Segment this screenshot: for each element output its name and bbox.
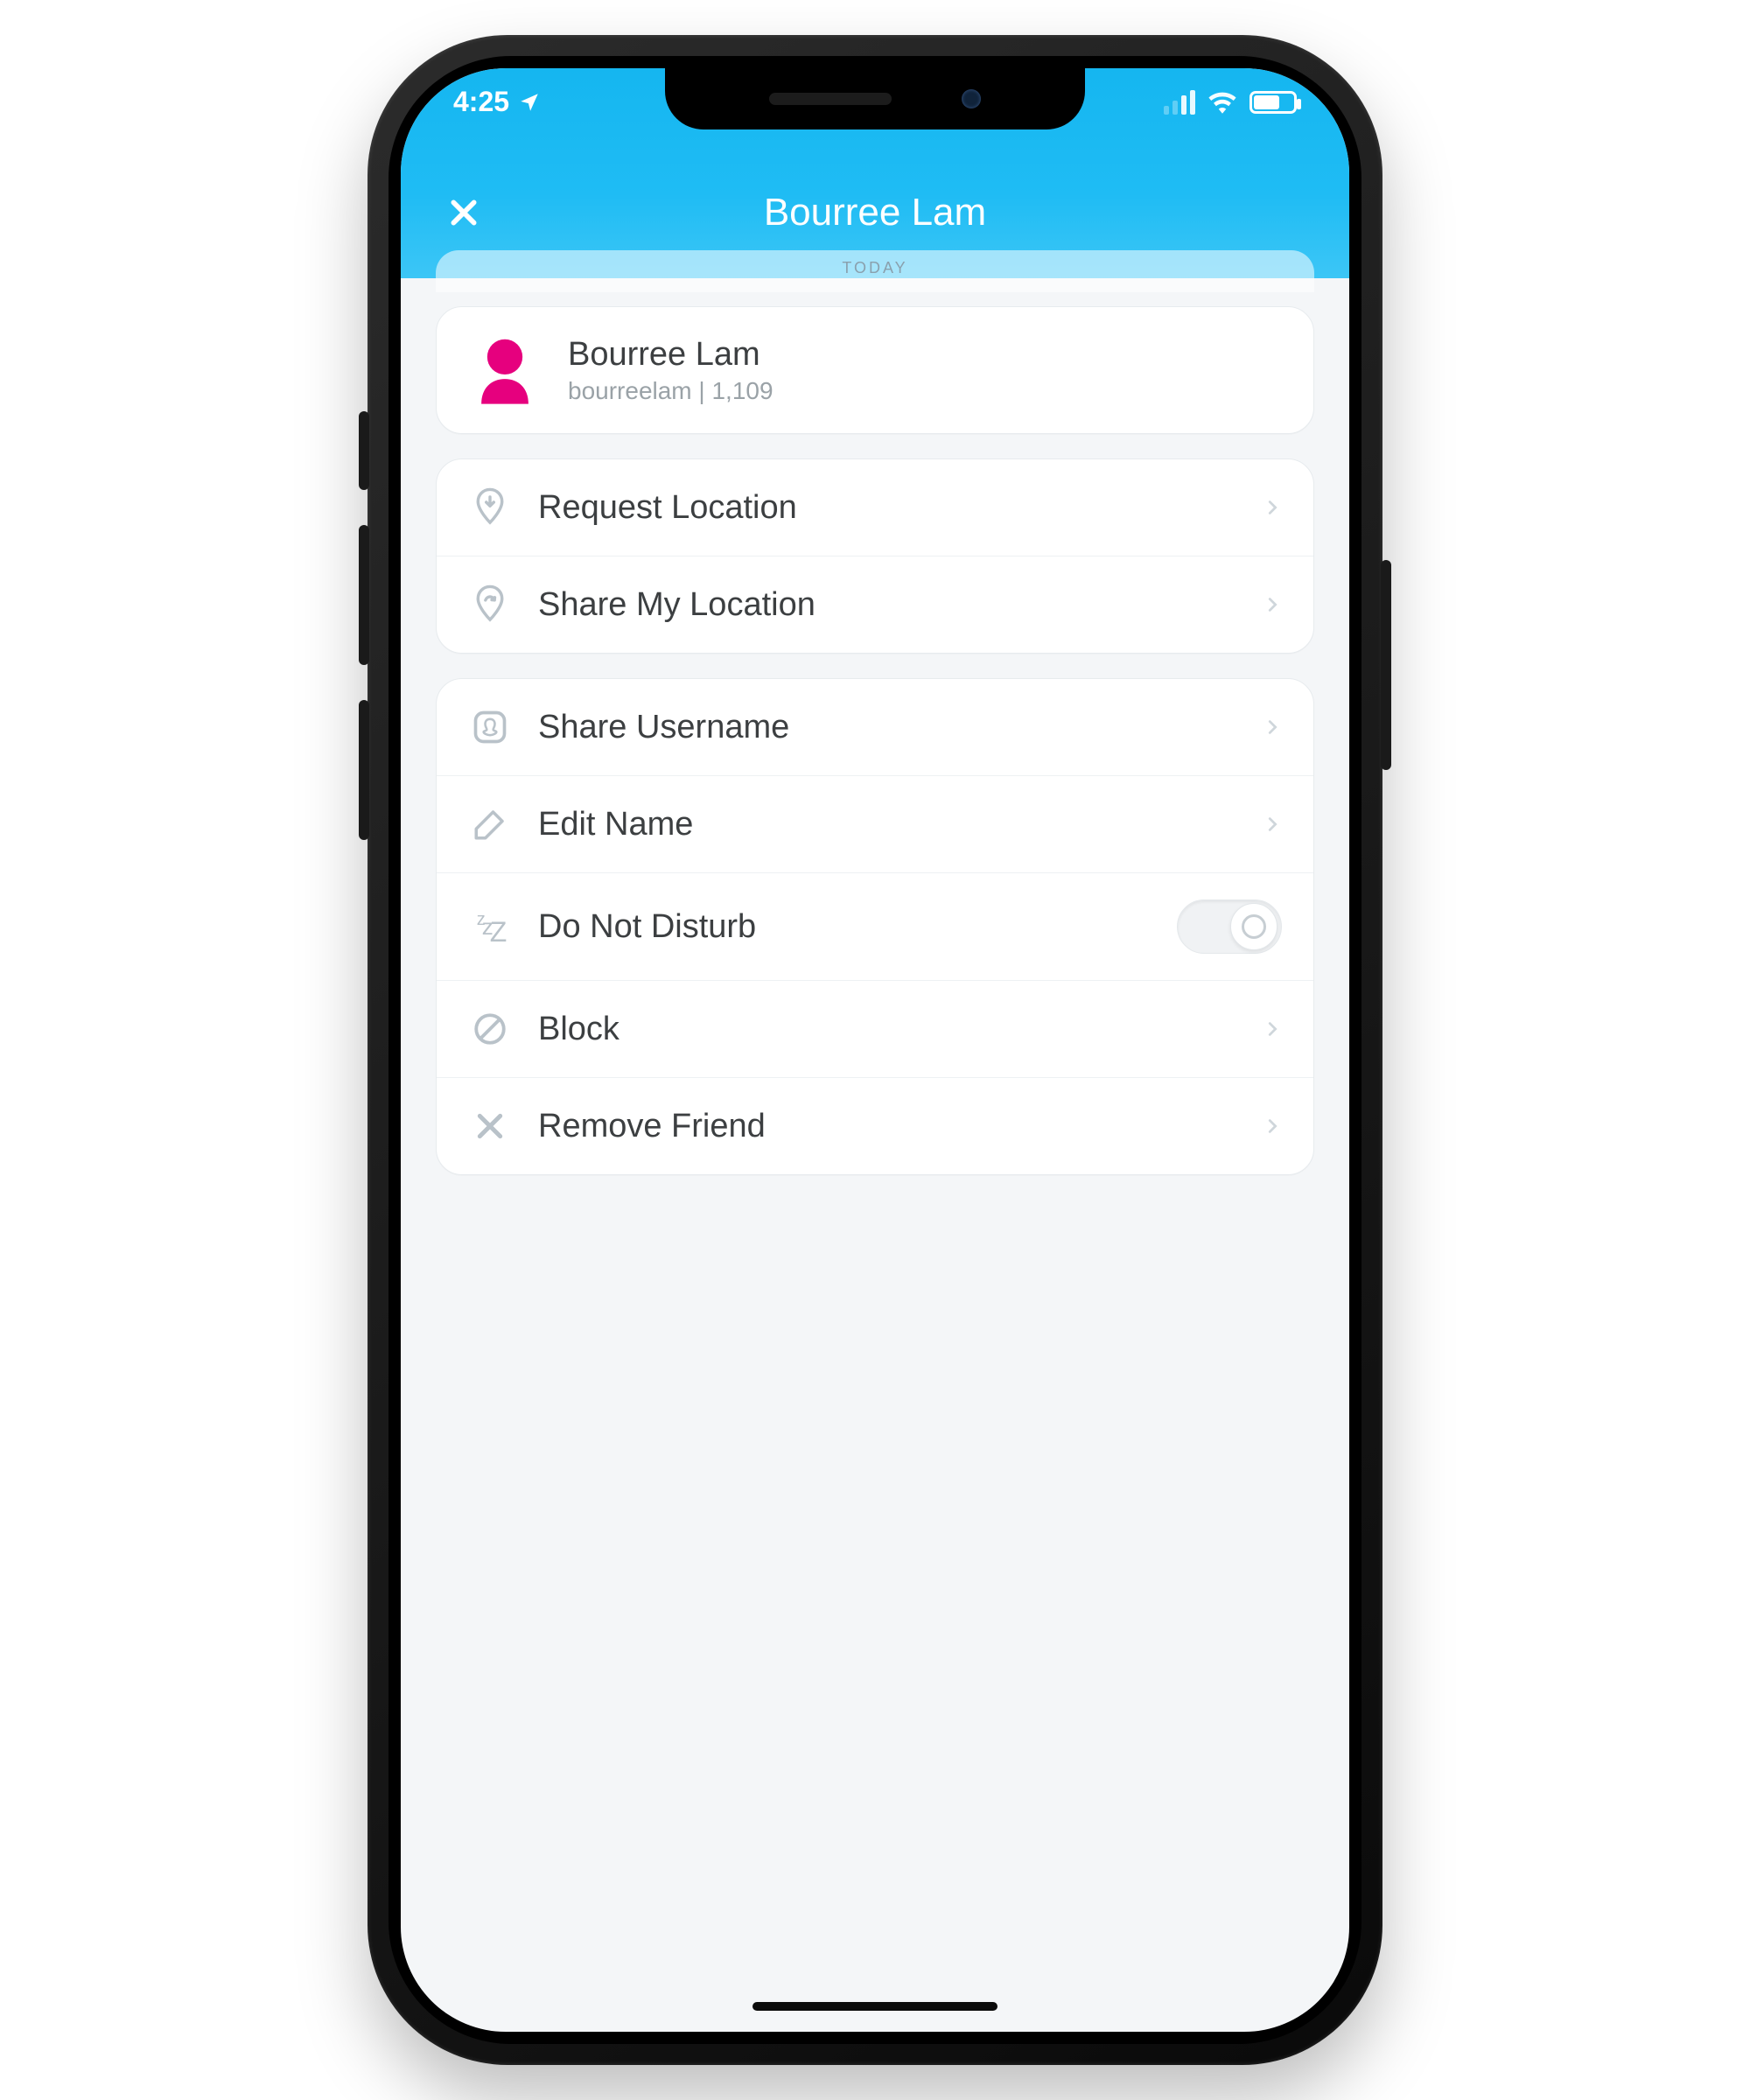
remove-icon: [468, 1104, 512, 1148]
volume-up-button: [359, 525, 369, 665]
row-label: Remove Friend: [538, 1108, 1236, 1145]
chevron-right-icon: [1263, 498, 1282, 517]
profile-subtitle: bourreelam | 1,109: [568, 377, 774, 405]
snapcode-icon: [468, 705, 512, 749]
do-not-disturb-toggle[interactable]: [1177, 900, 1282, 954]
avatar: [468, 333, 542, 407]
row-label: Edit Name: [538, 806, 1236, 844]
chevron-right-icon: [1263, 718, 1282, 737]
header: 4:25: [401, 68, 1349, 278]
power-button: [1381, 560, 1391, 770]
location-down-icon: [468, 486, 512, 529]
nav-bar: Bourree Lam: [401, 191, 1349, 234]
snooze-icon: zzZ: [468, 905, 512, 948]
mute-switch: [359, 411, 369, 490]
chevron-right-icon: [1263, 1019, 1282, 1039]
do-not-disturb-row[interactable]: zzZ Do Not Disturb: [437, 872, 1313, 980]
pencil-icon: [468, 802, 512, 846]
profile-card[interactable]: Bourree Lam bourreelam | 1,109: [436, 306, 1314, 434]
wifi-icon: [1208, 91, 1237, 114]
status-time: 4:25: [453, 86, 509, 118]
battery-icon: [1250, 91, 1297, 114]
volume-down-button: [359, 700, 369, 840]
screen: 4:25: [401, 68, 1349, 2032]
block-icon: [468, 1007, 512, 1051]
row-label: Block: [538, 1011, 1236, 1048]
remove-friend-row[interactable]: Remove Friend: [437, 1077, 1313, 1174]
location-group: Request Location Share My Location: [436, 458, 1314, 654]
row-label: Do Not Disturb: [538, 908, 1151, 946]
actions-group: Share Username Edit Name: [436, 678, 1314, 1175]
profile-name: Bourree Lam: [568, 336, 774, 374]
block-row[interactable]: Block: [437, 980, 1313, 1077]
chevron-right-icon: [1263, 595, 1282, 614]
location-share-icon: [468, 583, 512, 626]
row-label: Share My Location: [538, 586, 1236, 624]
cellular-signal-icon: [1164, 90, 1195, 115]
phone-frame: 4:25: [368, 35, 1382, 2065]
today-label: TODAY: [842, 259, 907, 276]
location-services-icon: [518, 91, 541, 114]
close-button[interactable]: [443, 192, 485, 234]
content: Bourree Lam bourreelam | 1,109: [436, 306, 1314, 2032]
chevron-right-icon: [1263, 815, 1282, 834]
request-location-row[interactable]: Request Location: [437, 459, 1313, 556]
page-title: Bourree Lam: [764, 191, 986, 234]
edit-name-row[interactable]: Edit Name: [437, 775, 1313, 872]
share-username-row[interactable]: Share Username: [437, 679, 1313, 775]
close-icon: [446, 195, 481, 230]
chevron-right-icon: [1263, 1116, 1282, 1136]
profile-score: 1,109: [711, 377, 773, 404]
profile-username: bourreelam: [568, 377, 692, 404]
today-header: TODAY: [436, 250, 1314, 292]
share-my-location-row[interactable]: Share My Location: [437, 556, 1313, 653]
home-indicator[interactable]: [752, 2002, 998, 2011]
row-label: Share Username: [538, 709, 1236, 746]
status-bar: 4:25: [401, 86, 1349, 118]
row-label: Request Location: [538, 489, 1236, 527]
